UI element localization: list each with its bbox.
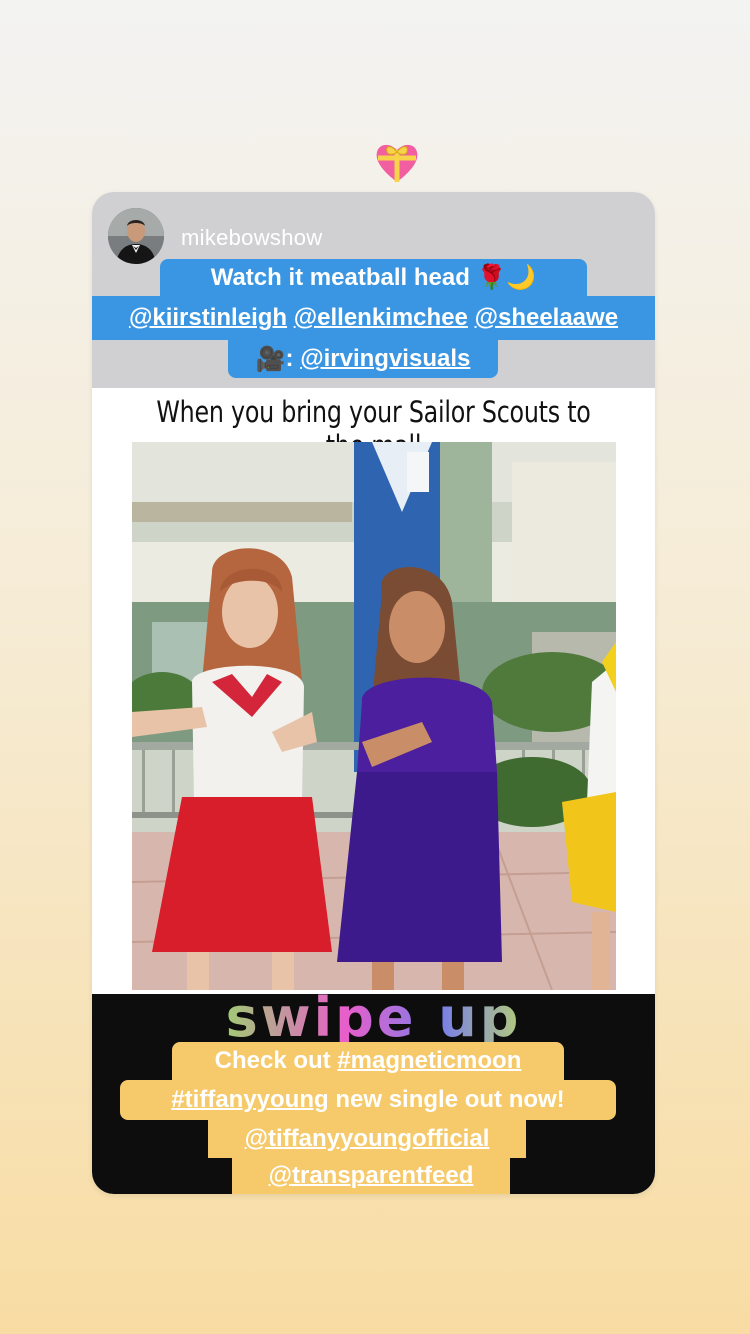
hashtag-link[interactable]: #tiffanyyoung [171,1086,328,1114]
credit-separator: : [285,345,294,372]
gift-heart-icon [373,138,421,186]
bottom-caption-line-1: Check out #magneticmoon [172,1042,564,1080]
shared-post-card[interactable]: mikebowshow Watch it meatball head 🌹🌙 @k… [92,192,655,1194]
profile-avatar[interactable] [108,208,164,264]
mention-link[interactable]: @kiirstinleigh [129,304,287,332]
videographer-link[interactable]: @irvingvisuals [300,345,470,373]
bottom-caption-line-2: #tiffanyyoung new single out now! [120,1080,616,1120]
video-camera-icon: 🎥 [255,345,286,373]
bottom-caption-line-3: @tiffanyyoungofficial [208,1120,526,1158]
rose-moon-emoji: 🌹🌙 [476,264,537,291]
bottom-caption-line-4: @transparentfeed [232,1158,510,1194]
caption-prefix: Check out [214,1047,331,1074]
caption-text: Watch it meatball head [210,263,470,291]
post-username[interactable]: mikebowshow [181,225,322,251]
swipe-up-label[interactable]: swipe up [92,986,655,1049]
video-preview[interactable] [132,442,616,990]
caption-credit: 🎥: @irvingvisuals [228,340,498,378]
mention-link[interactable]: @tiffanyyoungofficial [245,1125,490,1153]
mention-link[interactable]: @ellenkimchee [294,304,468,332]
mention-link[interactable]: @sheelaawe [475,304,618,332]
caption-suffix: new single out now! [335,1086,565,1113]
mention-link[interactable]: @transparentfeed [269,1162,474,1190]
caption-mentions: @kiirstinleigh @ellenkimchee @sheelaawe [92,296,655,340]
caption-line-1: Watch it meatball head 🌹🌙 [160,259,587,296]
hashtag-link[interactable]: #magneticmoon [337,1047,521,1075]
